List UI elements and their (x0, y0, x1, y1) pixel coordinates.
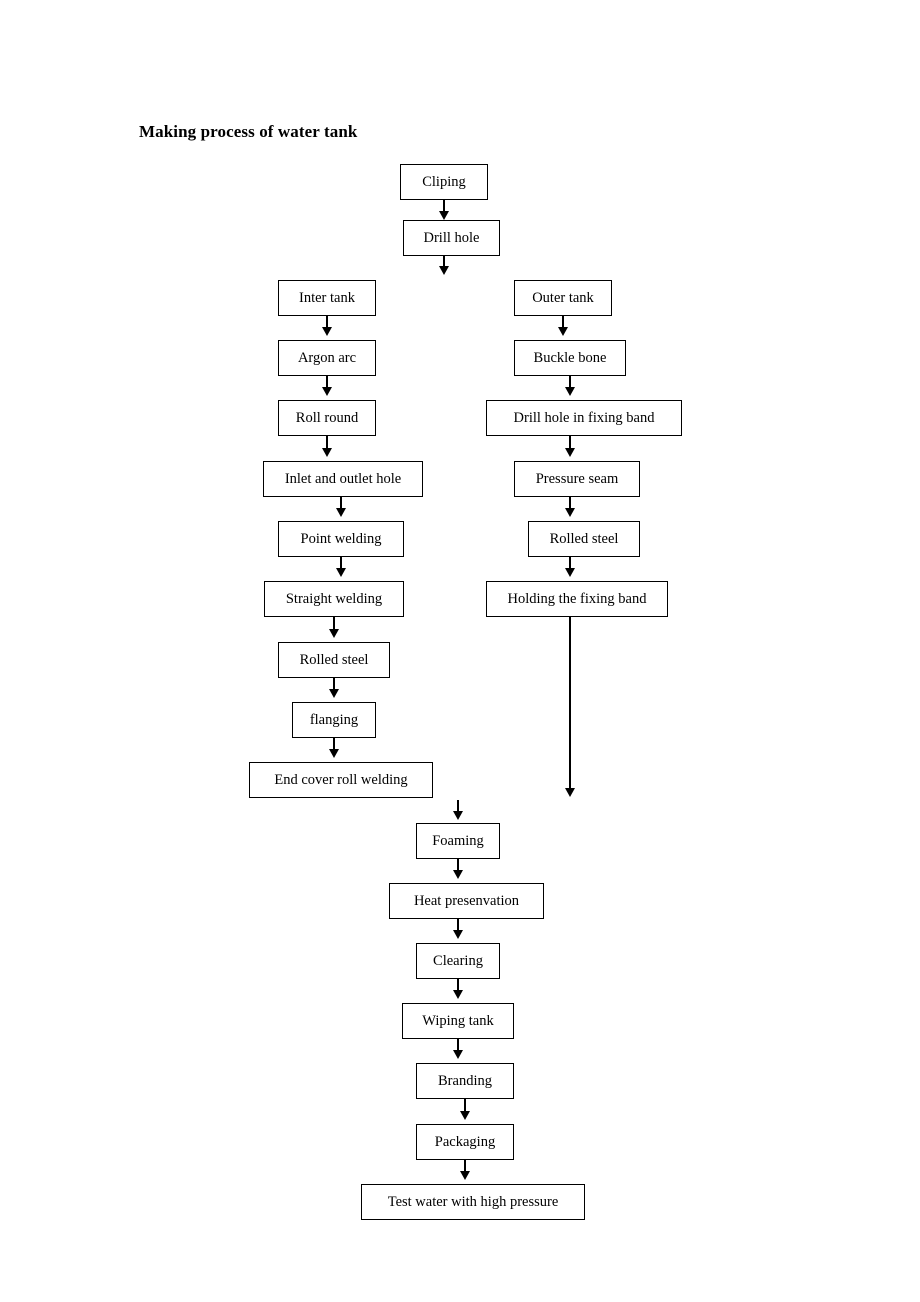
node-point-welding[interactable]: Point welding (278, 521, 404, 557)
node-buckle-bone[interactable]: Buckle bone (514, 340, 626, 376)
node-cliping[interactable]: Cliping (400, 164, 488, 200)
node-outer-tank[interactable]: Outer tank (514, 280, 612, 316)
node-wiping-tank[interactable]: Wiping tank (402, 1003, 514, 1039)
arrowhead-argon-arc-to-roll-round (322, 387, 332, 396)
arrowhead-cliping-to-drill-hole (439, 211, 449, 220)
node-pressure-seam[interactable]: Pressure seam (514, 461, 640, 497)
node-straight-welding[interactable]: Straight welding (264, 581, 404, 617)
arrowhead-buckle-bone-to-drill-hole-fixing-band (565, 387, 575, 396)
arrowhead-foaming-to-heat-presenvation (453, 870, 463, 879)
arrowhead-flanging-to-end-cover (329, 749, 339, 758)
node-packaging[interactable]: Packaging (416, 1124, 514, 1160)
arrowhead-roll-round-to-inlet-outlet (322, 448, 332, 457)
arrowhead-rolled-steel-right-to-holding-fixing-band (565, 568, 575, 577)
node-roll-round[interactable]: Roll round (278, 400, 376, 436)
arrowhead-packaging-to-test-water (460, 1171, 470, 1180)
arrowhead-drill-hole-fixing-band-to-pressure-seam (565, 448, 575, 457)
node-holding-the-fixing-band[interactable]: Holding the fixing band (486, 581, 668, 617)
arrowhead-wiping-tank-to-branding (453, 1050, 463, 1059)
page-title: Making process of water tank (139, 122, 358, 141)
node-heat-presenvation[interactable]: Heat presenvation (389, 883, 544, 919)
node-drill-hole[interactable]: Drill hole (403, 220, 500, 256)
arrowhead-end-cover-to-foaming (453, 811, 463, 820)
connector-holding-fixing-band-to-merge (569, 617, 571, 789)
arrowhead-straight-welding-to-rolled-steel (329, 629, 339, 638)
arrowhead-holding-fixing-band-to-merge (565, 788, 575, 797)
node-clearing[interactable]: Clearing (416, 943, 500, 979)
arrowhead-point-welding-to-straight-welding (336, 568, 346, 577)
node-inlet-and-outlet-hole[interactable]: Inlet and outlet hole (263, 461, 423, 497)
node-argon-arc[interactable]: Argon arc (278, 340, 376, 376)
node-end-cover-roll-welding[interactable]: End cover roll welding (249, 762, 433, 798)
arrowhead-outer-tank-to-buckle-bone (558, 327, 568, 336)
node-flanging[interactable]: flanging (292, 702, 376, 738)
node-rolled-steel-right[interactable]: Rolled steel (528, 521, 640, 557)
node-test-water-with-high-pressure[interactable]: Test water with high pressure (361, 1184, 585, 1220)
node-foaming[interactable]: Foaming (416, 823, 500, 859)
arrowhead-inter-tank-to-argon-arc (322, 327, 332, 336)
node-rolled-steel-left[interactable]: Rolled steel (278, 642, 390, 678)
arrowhead-pressure-seam-to-rolled-steel-right (565, 508, 575, 517)
arrowhead-branding-to-packaging (460, 1111, 470, 1120)
arrowhead-clearing-to-wiping-tank (453, 990, 463, 999)
node-inter-tank[interactable]: Inter tank (278, 280, 376, 316)
flowchart-page: Making process of water tank Cliping Dri… (0, 0, 920, 1302)
node-drill-hole-in-fixing-band[interactable]: Drill hole in fixing band (486, 400, 682, 436)
node-branding[interactable]: Branding (416, 1063, 514, 1099)
arrowhead-drill-hole-to-split (439, 266, 449, 275)
arrowhead-inlet-outlet-to-point-welding (336, 508, 346, 517)
arrowhead-rolled-steel-to-flanging (329, 689, 339, 698)
arrowhead-heat-presenvation-to-clearing (453, 930, 463, 939)
